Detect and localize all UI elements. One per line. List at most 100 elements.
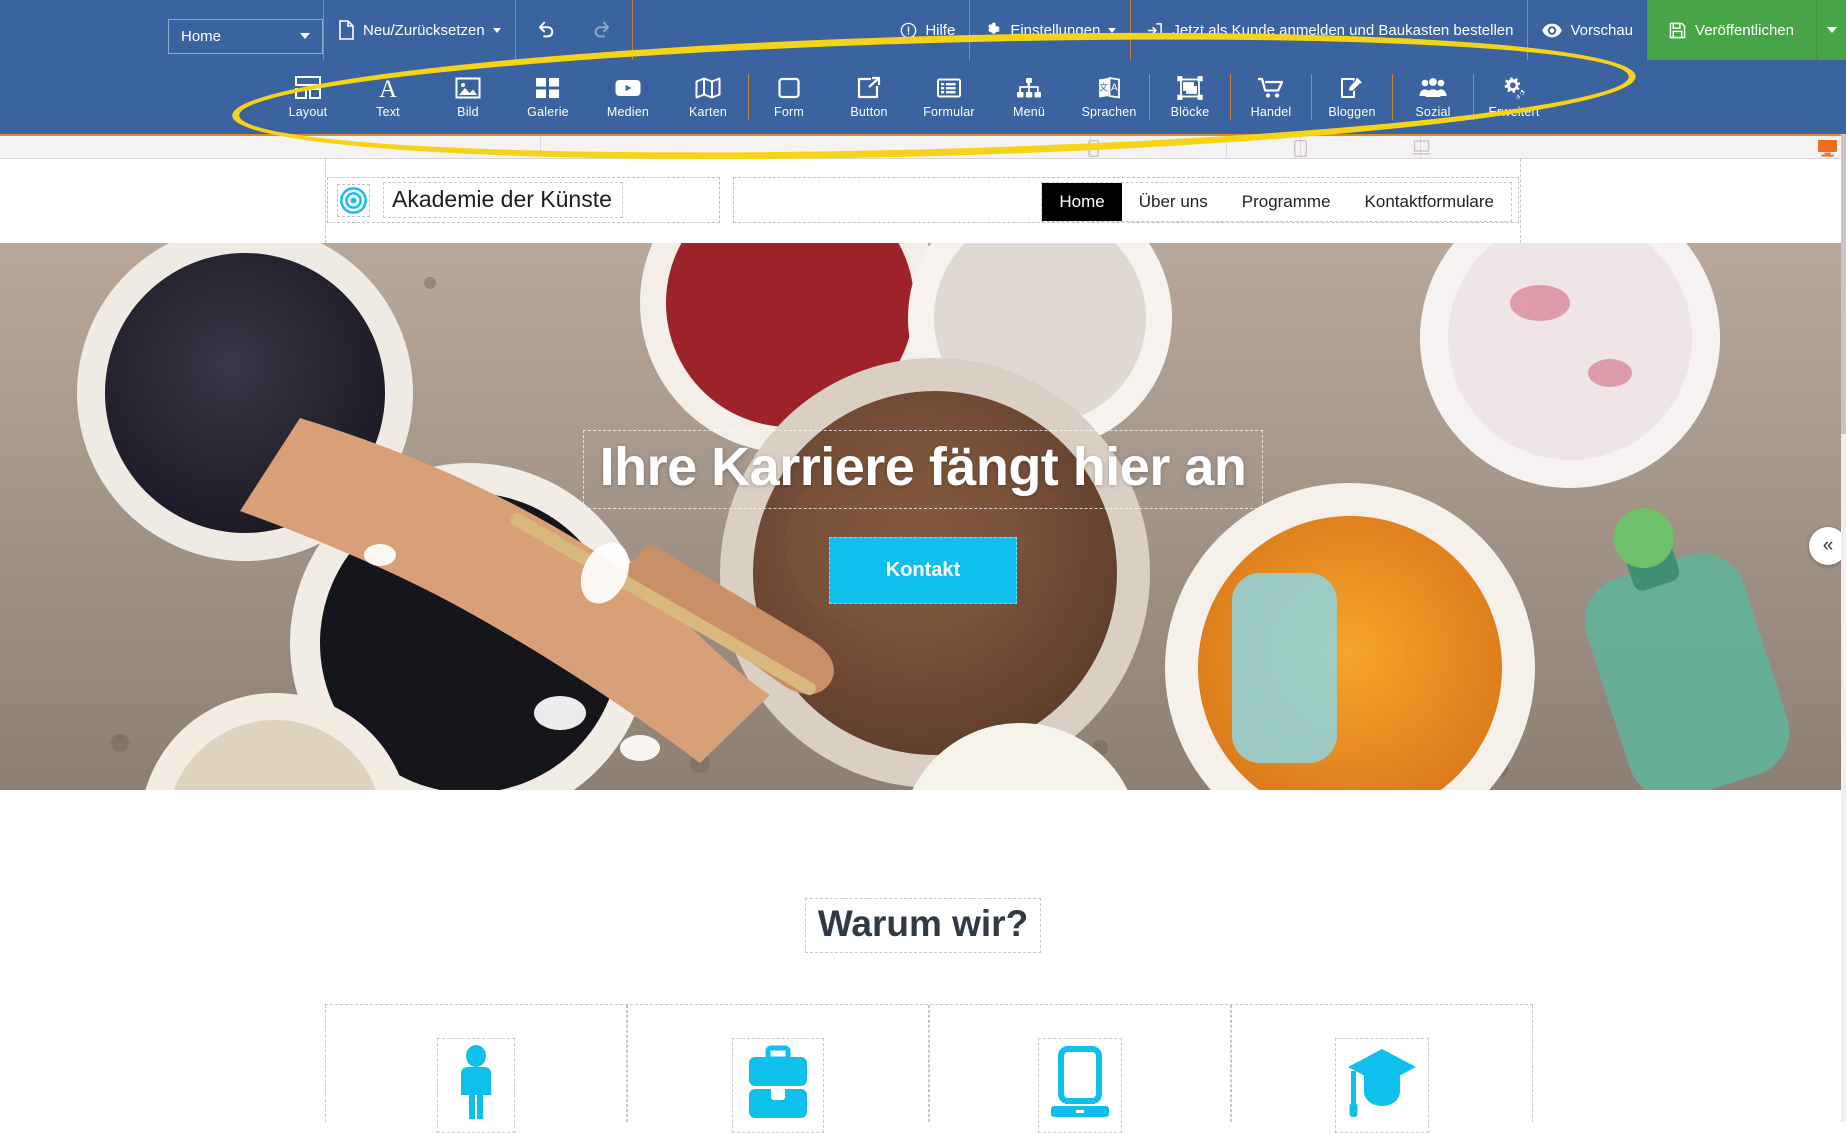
page-scrollbar[interactable] (1841, 134, 1846, 1122)
advanced-gears-icon (1501, 76, 1527, 100)
tool-menu[interactable]: Menü (989, 76, 1069, 119)
toolbar-divider (1311, 74, 1312, 120)
tool-label: Formular (923, 104, 975, 119)
nav-item-about[interactable]: Über uns (1122, 183, 1225, 221)
toolbar-divider (1149, 74, 1150, 120)
editor-top-bar: Home Neu/Zurücksetzen Hilfe Einstellunge… (0, 0, 1846, 60)
tool-media[interactable]: Medien (588, 76, 668, 119)
topbar-divider (969, 0, 971, 60)
undo-icon[interactable] (516, 19, 574, 41)
feature-item-2[interactable] (627, 1005, 929, 1133)
tool-layout[interactable]: Layout (268, 75, 348, 119)
why-section-heading: Warum wir? (0, 898, 1846, 953)
tool-form[interactable]: Formular (909, 76, 989, 119)
topbar-divider (323, 0, 324, 60)
target-circles-icon (337, 183, 370, 217)
hero-section: Ihre Karriere fängt hier an Kontakt (0, 243, 1846, 790)
tool-languages[interactable]: 文A Sprachen (1069, 76, 1149, 119)
tool-label: Handel (1250, 104, 1292, 119)
menu-tree-icon (1016, 76, 1042, 100)
site-logo-text: Akademie der Künste (383, 182, 623, 218)
settings-label: Einstellungen (1010, 21, 1101, 39)
eye-icon (1542, 23, 1563, 38)
nav-item-home[interactable]: Home (1042, 183, 1122, 221)
social-icon (1419, 76, 1447, 100)
feature-row (325, 1004, 1533, 1133)
laptop-icon[interactable] (1412, 140, 1431, 161)
tool-commerce[interactable]: Handel (1231, 76, 1311, 119)
help-circle-icon (900, 22, 917, 39)
tool-blog[interactable]: Bloggen (1312, 76, 1392, 119)
topbar-left-spacer (0, 0, 168, 60)
topbar-divider (1527, 0, 1529, 60)
chevron-down-icon (492, 27, 501, 33)
tool-gallery[interactable]: Galerie (508, 76, 588, 119)
tool-advanced[interactable]: Erweitert (1474, 76, 1554, 119)
text-icon: A (375, 76, 401, 100)
tool-label: Sprachen (1081, 104, 1137, 119)
nav-item-programs[interactable]: Programme (1225, 183, 1348, 221)
site-nav: Home Über uns Programme Kontaktformulare (1041, 182, 1512, 222)
briefcase-icon (732, 1038, 824, 1133)
form-icon (936, 76, 962, 100)
tablet-device-icon (1038, 1038, 1122, 1133)
media-icon (614, 76, 642, 100)
tool-text[interactable]: A Text (348, 76, 428, 119)
publish-options-button[interactable] (1816, 0, 1846, 60)
help-label: Hilfe (925, 21, 956, 39)
chevron-down-icon (1108, 27, 1117, 33)
order-product-button[interactable]: Jetzt als Kunde anmelden und Baukasten b… (1131, 0, 1527, 60)
layout-icon (295, 75, 321, 100)
tool-shape[interactable]: Form (749, 76, 829, 119)
topbar-divider (1130, 0, 1132, 60)
person-icon (437, 1038, 515, 1133)
graduation-cap-icon (1335, 1038, 1429, 1133)
tool-label: Form (774, 104, 804, 119)
publish-label: Veröffentlichen (1695, 21, 1794, 39)
order-product-label: Jetzt als Kunde anmelden und Baukasten b… (1172, 21, 1514, 39)
toolbar-divider (1392, 74, 1393, 120)
languages-icon: 文A (1096, 76, 1122, 100)
settings-button[interactable]: Einstellungen (970, 0, 1130, 60)
why-section-heading-text: Warum wir? (804, 898, 1042, 953)
hero-cta-button[interactable]: Kontakt (828, 536, 1018, 604)
toolbar-divider (748, 74, 749, 120)
topbar-divider (514, 0, 516, 60)
blog-icon (1339, 76, 1365, 100)
tool-label: Sozial (1415, 104, 1451, 119)
device-breakpoint-bar (0, 134, 1846, 161)
publish-button[interactable]: Veröffentlichen (1647, 0, 1816, 60)
tool-label: Layout (288, 104, 328, 119)
page-selector[interactable]: Home (168, 0, 323, 60)
new-reset-button[interactable]: Neu/Zurücksetzen (324, 0, 515, 60)
site-logo[interactable]: Akademie der Künste (327, 177, 720, 223)
tool-label: Text (376, 104, 400, 119)
shape-icon (776, 76, 802, 100)
nav-item-contact[interactable]: Kontaktformulare (1348, 183, 1511, 221)
tool-blocks[interactable]: Blöcke (1150, 75, 1230, 119)
gallery-icon (535, 76, 561, 100)
preview-button[interactable]: Vorschau (1528, 0, 1647, 60)
feature-item-4[interactable] (1231, 1005, 1533, 1133)
tool-button[interactable]: Button (829, 76, 909, 119)
ruler-tick (1226, 136, 1227, 161)
svg-text:A: A (379, 76, 397, 100)
tool-image[interactable]: Bild (428, 76, 508, 119)
tool-label: Menü (1012, 104, 1046, 119)
button-icon (856, 76, 882, 100)
toolbar-divider (1473, 74, 1474, 120)
redo-icon[interactable] (574, 19, 632, 41)
scrollbar-thumb[interactable] (1841, 134, 1846, 434)
page-icon (338, 20, 355, 40)
toolbar-divider (1230, 74, 1231, 120)
tool-label: Medien (606, 104, 650, 119)
chevron-down-icon (300, 33, 310, 39)
tool-label: Bild (457, 104, 479, 119)
svg-text:文: 文 (1099, 81, 1108, 92)
help-button[interactable]: Hilfe (886, 0, 969, 60)
tool-maps[interactable]: Karten (668, 76, 748, 119)
tool-social[interactable]: Sozial (1393, 76, 1473, 119)
feature-item-3[interactable] (929, 1005, 1231, 1133)
feature-item-1[interactable] (325, 1005, 627, 1133)
new-reset-label: Neu/Zurücksetzen (363, 21, 485, 39)
